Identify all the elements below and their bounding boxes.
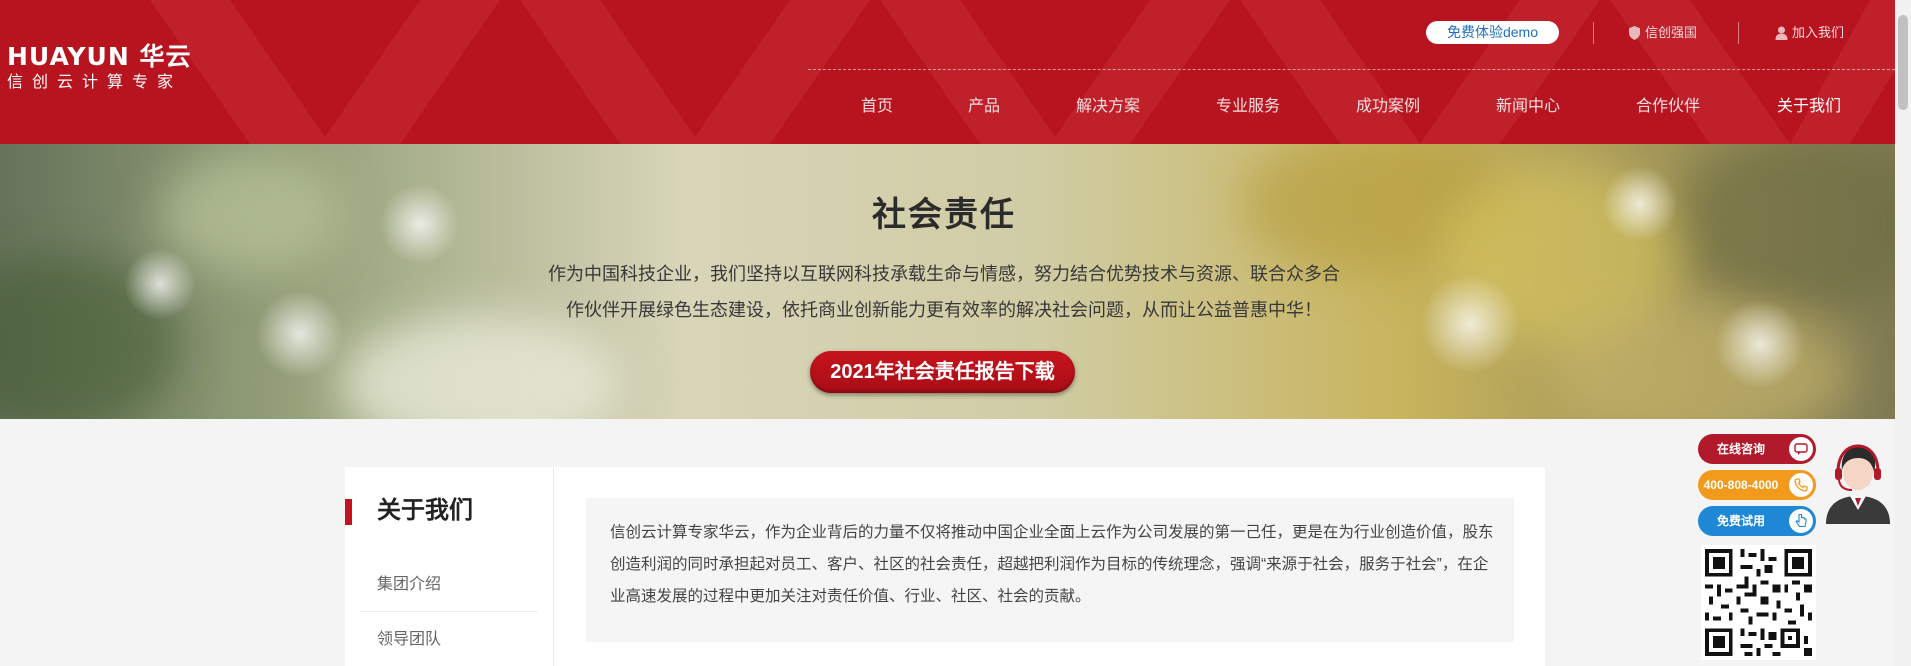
nav-item-products[interactable]: 产品 — [968, 95, 1000, 119]
join-us-link-label: 加入我们 — [1792, 25, 1845, 40]
join-us-link[interactable]: 加入我们 — [1775, 23, 1844, 43]
shield-icon — [1629, 26, 1640, 40]
intro-text: 信创云计算专家华云，作为企业背后的力量不仅将推动中国企业全面上云作为公司发展的第… — [610, 524, 1494, 605]
phone-icon — [1789, 473, 1813, 497]
banner-title: 社会责任 — [872, 196, 1016, 234]
site-header: HUAYUN 华云 信创云计算专家 免费体验demo 信创强国 加入我们 首页 … — [0, 0, 1895, 144]
topbar-divider — [1738, 22, 1739, 44]
nav-item-about[interactable]: 关于我们 — [1777, 95, 1841, 119]
xinchuang-link-label: 信创强国 — [1645, 25, 1698, 40]
topbar-divider — [1593, 22, 1594, 44]
about-sidebar: 关于我们 集团介绍 领导团队 — [345, 467, 554, 666]
topbar: 免费体验demo 信创强国 加入我们 — [1425, 20, 1865, 46]
qr-code — [1701, 545, 1816, 660]
banner-description-line: 作伙伴开展绿色生态建设，依托商业创新能力更有效率的解决社会问题，从而让公益普惠中… — [566, 300, 1322, 320]
phone-label: 400-808-4000 — [1703, 478, 1779, 492]
sidebar-item-leadership[interactable]: 领导团队 — [377, 629, 441, 651]
sidebar-title: 关于我们 — [377, 497, 473, 524]
download-report-button[interactable]: 2021年社会责任报告下载 — [810, 351, 1075, 393]
online-consult-button[interactable]: 在线咨询 — [1698, 434, 1816, 464]
online-consult-label: 在线咨询 — [1716, 442, 1765, 456]
intro-panel: 信创云计算专家华云，作为企业背后的力量不仅将推动中国企业全面上云作为公司发展的第… — [586, 498, 1514, 642]
phone-button[interactable]: 400-808-4000 — [1698, 470, 1816, 500]
logo-wordmark: HUAYUN 华云 — [7, 42, 192, 71]
banner-description: 作为中国科技企业，我们坚持以互联网科技承载生命与情感，努力结合优势技术与资源、联… — [540, 256, 1348, 328]
logo[interactable]: HUAYUN 华云 信创云计算专家 — [7, 44, 191, 94]
content-card: 关于我们 集团介绍 领导团队 信创云计算专家华云，作为企业背后的力量不仅将推动中… — [345, 467, 1545, 666]
page-scrollbar[interactable] — [1895, 0, 1911, 666]
header-divider — [808, 69, 1895, 70]
customer-service-agent-icon — [1826, 444, 1890, 524]
free-trial-label: 免费试用 — [1716, 514, 1765, 528]
scrollbar-thumb[interactable] — [1898, 15, 1908, 110]
nav-item-home[interactable]: 首页 — [861, 95, 893, 119]
person-icon — [1775, 26, 1788, 40]
pointer-icon — [1789, 509, 1813, 533]
sidebar-item-group-intro[interactable]: 集团介绍 — [377, 574, 441, 596]
main-nav: 首页 产品 解决方案 专业服务 成功案例 新闻中心 合作伙伴 关于我们 — [0, 95, 1895, 119]
hero-banner: 社会责任 作为中国科技企业，我们坚持以互联网科技承载生命与情感，努力结合优势技术… — [0, 144, 1895, 419]
sidebar-accent-bar — [345, 499, 352, 525]
nav-item-cases[interactable]: 成功案例 — [1356, 95, 1420, 119]
chat-icon — [1789, 437, 1813, 461]
sidebar-divider — [360, 611, 538, 612]
nav-item-services[interactable]: 专业服务 — [1216, 95, 1280, 119]
free-demo-button[interactable]: 免费体验demo — [1426, 21, 1559, 44]
logo-tagline: 信创云计算专家 — [7, 74, 183, 91]
nav-item-partners[interactable]: 合作伙伴 — [1636, 95, 1700, 119]
nav-item-solutions[interactable]: 解决方案 — [1076, 95, 1140, 119]
banner-description-line: 作为中国科技企业，我们坚持以互联网科技承载生命与情感，努力结合优势技术与资源、联… — [548, 264, 1340, 284]
free-trial-button[interactable]: 免费试用 — [1698, 506, 1816, 536]
xinchuang-link[interactable]: 信创强国 — [1628, 23, 1697, 43]
nav-item-news[interactable]: 新闻中心 — [1496, 95, 1560, 119]
